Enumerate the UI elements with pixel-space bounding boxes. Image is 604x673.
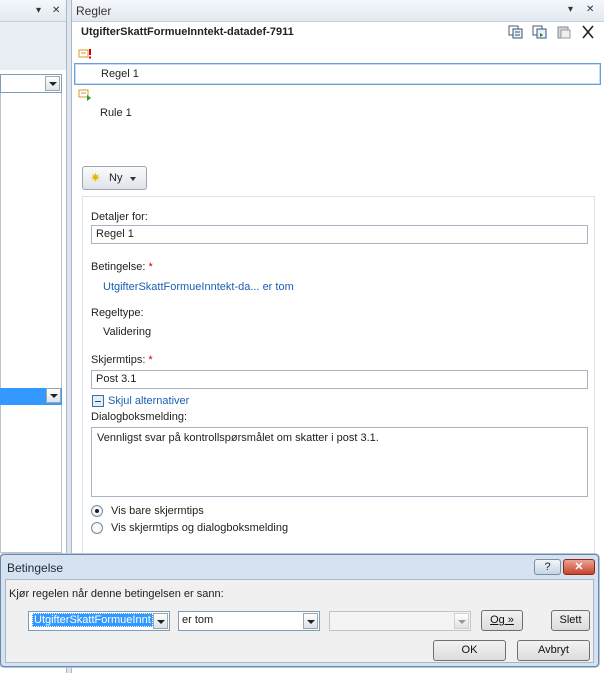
screentip-input[interactable]: Post 3.1 bbox=[91, 370, 588, 389]
delete-icon[interactable] bbox=[580, 25, 596, 39]
dialog-message-label: Dialogboksmelding: bbox=[91, 411, 187, 423]
control-name: UtgifterSkattFormueInntekt-datadef-7911 bbox=[81, 26, 294, 38]
chevron-down-icon bbox=[454, 613, 469, 629]
operator-select-value: er tom bbox=[182, 614, 214, 626]
radio-screentip-only[interactable] bbox=[91, 505, 103, 517]
and-button[interactable]: Og » bbox=[481, 610, 523, 631]
cancel-button[interactable]: Avbryt bbox=[517, 640, 590, 661]
ok-button[interactable]: OK bbox=[433, 640, 506, 661]
rules-toolbar: UtgifterSkattFormueInntekt-datadef-7911 bbox=[72, 22, 604, 44]
dialog-close-button[interactable]: ✕ bbox=[563, 559, 595, 575]
condition-dialog: Betingelse ? ✕ Kjør regelen når denne be… bbox=[0, 554, 599, 667]
rule-label: Rule 1 bbox=[100, 107, 132, 119]
action-rule-icon bbox=[78, 89, 91, 101]
delete-condition-button[interactable]: Slett bbox=[551, 610, 590, 631]
chevron-down-icon[interactable] bbox=[153, 613, 168, 629]
dialog-title: Betingelse bbox=[7, 561, 64, 575]
field-select[interactable]: UtgifterSkattFormueInnt bbox=[28, 611, 170, 631]
pane-options-icon[interactable]: ▾ bbox=[36, 5, 41, 16]
new-star-icon: ✷ bbox=[90, 170, 101, 185]
new-button-label: Ny bbox=[109, 172, 123, 184]
radio-label[interactable]: Vis skjermtips og dialogboksmelding bbox=[111, 522, 288, 534]
value-select bbox=[329, 611, 471, 631]
copy-all-icon[interactable] bbox=[532, 25, 548, 39]
hide-alternatives-link[interactable]: Skjul alternativer bbox=[108, 395, 189, 407]
selected-field-row[interactable] bbox=[0, 388, 62, 405]
rule-item-rule-1[interactable]: Rule 1 bbox=[74, 103, 601, 125]
radio-label[interactable]: Vis bare skjermtips bbox=[111, 505, 204, 517]
left-pane-toolbar bbox=[0, 22, 66, 70]
dialog-body: Kjør regelen når denne betingelsen er sa… bbox=[5, 579, 594, 663]
chevron-down-icon[interactable] bbox=[45, 76, 60, 91]
help-button[interactable]: ? bbox=[534, 559, 561, 575]
field-select-value: UtgifterSkattFormueInnt bbox=[32, 613, 153, 627]
condition-link[interactable]: UtgifterSkattFormueInntekt-da... er tom bbox=[103, 281, 294, 293]
rule-type-value: Validering bbox=[103, 326, 152, 338]
copy-icon[interactable] bbox=[508, 25, 524, 39]
paste-icon[interactable] bbox=[556, 25, 572, 39]
dialog-message-textarea[interactable]: Vennligst svar på kontrollspørsmålet om … bbox=[91, 427, 588, 497]
left-pane-header: ▾ ✕ bbox=[0, 0, 66, 22]
operator-select[interactable]: er tom bbox=[178, 611, 320, 631]
rule-details-panel: Detaljer for: Regel 1 Betingelse: * Utgif… bbox=[82, 196, 595, 560]
condition-label: Betingelse: * bbox=[91, 261, 153, 273]
rule-type-label: Regeltype: bbox=[91, 307, 144, 319]
pane-options-icon[interactable]: ▾ bbox=[568, 4, 573, 15]
chevron-down-icon bbox=[130, 177, 136, 181]
chevron-down-icon[interactable] bbox=[303, 613, 318, 629]
close-icon[interactable]: ✕ bbox=[52, 5, 60, 16]
validation-rule-icon bbox=[78, 49, 91, 59]
radio-screentip-and-dialog[interactable] bbox=[91, 522, 103, 534]
rule-name-input[interactable]: Regel 1 bbox=[91, 225, 588, 244]
chevron-down-icon[interactable] bbox=[46, 388, 61, 403]
collapse-icon[interactable] bbox=[92, 395, 104, 407]
new-rule-button[interactable]: ✷ Ny bbox=[82, 166, 147, 190]
pane-title: Regler bbox=[76, 4, 112, 18]
screentip-label: Skjermtips: * bbox=[91, 354, 153, 366]
required-mark: * bbox=[148, 261, 153, 273]
rule-label: Regel 1 bbox=[101, 68, 139, 80]
close-icon[interactable]: ✕ bbox=[586, 4, 594, 15]
required-mark: * bbox=[148, 354, 153, 366]
left-pane-dropdown[interactable] bbox=[0, 74, 62, 93]
details-for-label: Detaljer for: bbox=[91, 211, 148, 223]
rule-item-regel-1[interactable]: Regel 1 bbox=[74, 63, 601, 85]
rules-pane-header: Regler ▾ ✕ bbox=[72, 0, 604, 22]
field-list[interactable] bbox=[0, 93, 62, 553]
dialog-prompt: Kjør regelen når denne betingelsen er sa… bbox=[9, 588, 224, 600]
